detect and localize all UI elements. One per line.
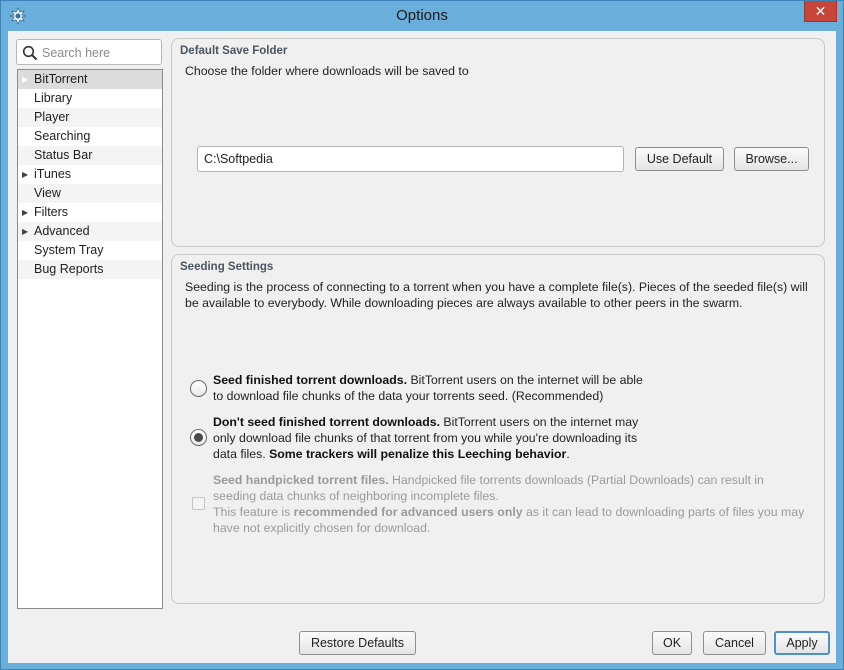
option-bold-text: Seed finished torrent downloads.	[213, 373, 408, 387]
option-text: only download file chunks of that torren…	[213, 431, 638, 445]
seed-handpicked-label: Seed handpicked torrent files. Handpicke…	[213, 472, 804, 536]
option-text: BitTorrent users on the internet will be…	[407, 373, 643, 387]
sidebar-item-label: BitTorrent	[34, 72, 88, 86]
sidebar-item-itunes[interactable]: ▶ iTunes	[18, 165, 162, 184]
panel-title: Seeding Settings	[180, 261, 274, 273]
options-window: Options ✕ ▶ BitTorrent Library Player	[0, 0, 844, 670]
option-bold-text: Don't seed finished torrent downloads.	[213, 415, 441, 429]
seed-finished-radio[interactable]	[190, 380, 207, 397]
window-title: Options	[396, 7, 448, 24]
save-folder-path-input[interactable]	[197, 146, 624, 172]
expand-arrow-icon[interactable]: ▶	[22, 70, 28, 89]
option-text: Handpicked file torrents downloads (Part…	[388, 473, 764, 487]
title-bar[interactable]: Options ✕	[1, 1, 843, 31]
sidebar-item-bittorrent[interactable]: ▶ BitTorrent	[18, 70, 162, 89]
option-text: .	[566, 447, 570, 461]
option-text: BitTorrent users on the internet may	[440, 415, 639, 429]
option-bold-text: Seed handpicked torrent files.	[213, 473, 389, 487]
option-bold-text: Some trackers will penalize this Leechin…	[269, 447, 567, 461]
sidebar-item-advanced[interactable]: ▶ Advanced	[18, 222, 162, 241]
seed-finished-option[interactable]: Seed finished torrent downloads. BitTorr…	[185, 372, 817, 406]
sidebar-item-label: Status Bar	[34, 148, 93, 162]
sidebar-item-player[interactable]: Player	[18, 108, 162, 127]
dont-seed-label: Don't seed finished torrent downloads. B…	[213, 414, 638, 462]
sidebar-item-library[interactable]: Library	[18, 89, 162, 108]
panel-description: Seeding is the process of connecting to …	[185, 279, 817, 311]
default-save-folder-panel: Default Save Folder Choose the folder wh…	[171, 38, 825, 247]
seed-handpicked-checkbox	[192, 497, 205, 510]
description-line: Seeding is the process of connecting to …	[185, 280, 808, 294]
option-text: This feature is	[213, 505, 294, 519]
option-text: have not explicitly chosen for download.	[213, 521, 431, 535]
search-box[interactable]	[16, 39, 162, 65]
option-text: seeding data chunks of neighboring incom…	[213, 489, 499, 503]
search-input[interactable]	[40, 44, 158, 62]
sidebar-item-label: System Tray	[34, 243, 104, 257]
sidebar-item-searching[interactable]: Searching	[18, 127, 162, 146]
browse-button[interactable]: Browse...	[734, 147, 809, 171]
option-text: to download file chunks of the data your…	[213, 389, 604, 403]
expand-arrow-icon[interactable]: ▶	[22, 222, 28, 241]
sidebar-item-filters[interactable]: ▶ Filters	[18, 203, 162, 222]
cancel-button[interactable]: Cancel	[703, 631, 766, 655]
close-button[interactable]: ✕	[804, 1, 837, 22]
apply-button[interactable]: Apply	[774, 631, 830, 655]
close-icon: ✕	[814, 3, 827, 19]
option-text: data files.	[213, 447, 270, 461]
expand-arrow-icon[interactable]: ▶	[22, 203, 28, 222]
sidebar-item-bug-reports[interactable]: Bug Reports	[18, 260, 162, 279]
use-default-button[interactable]: Use Default	[635, 147, 724, 171]
panel-title: Default Save Folder	[180, 45, 288, 57]
options-nav-tree: ▶ BitTorrent Library Player Searching St…	[17, 69, 163, 609]
panel-description: Choose the folder where downloads will b…	[185, 64, 469, 78]
sidebar-item-label: iTunes	[34, 167, 72, 181]
description-line: be available to everybody. While downloa…	[185, 296, 743, 310]
options-content: ▶ BitTorrent Library Player Searching St…	[8, 31, 836, 663]
seeding-settings-panel: Seeding Settings Seeding is the process …	[171, 254, 825, 604]
sidebar-item-label: Searching	[34, 129, 91, 143]
radio-selected-dot	[194, 433, 203, 442]
ok-button[interactable]: OK	[652, 631, 692, 655]
dont-seed-radio[interactable]	[190, 429, 207, 446]
sidebar-item-system-tray[interactable]: System Tray	[18, 241, 162, 260]
sidebar-item-label: Advanced	[34, 224, 90, 238]
dont-seed-option[interactable]: Don't seed finished torrent downloads. B…	[185, 414, 817, 464]
sidebar-item-view[interactable]: View	[18, 184, 162, 203]
option-text: as it can lead to downloading parts of f…	[522, 505, 805, 519]
sidebar-item-label: Filters	[34, 205, 69, 219]
expand-arrow-icon[interactable]: ▶	[22, 165, 28, 184]
restore-defaults-button[interactable]: Restore Defaults	[299, 631, 416, 655]
sidebar-item-label: Bug Reports	[34, 262, 104, 276]
sidebar-item-status-bar[interactable]: Status Bar	[18, 146, 162, 165]
sidebar-item-label: View	[34, 186, 61, 200]
search-icon	[22, 45, 38, 61]
sidebar-item-label: Player	[34, 110, 70, 124]
seed-handpicked-option: Seed handpicked torrent files. Handpicke…	[185, 472, 817, 538]
seed-finished-label: Seed finished torrent downloads. BitTorr…	[213, 372, 643, 404]
sidebar-item-label: Library	[34, 91, 73, 105]
option-bold-text: recommended for advanced users only	[293, 505, 523, 519]
